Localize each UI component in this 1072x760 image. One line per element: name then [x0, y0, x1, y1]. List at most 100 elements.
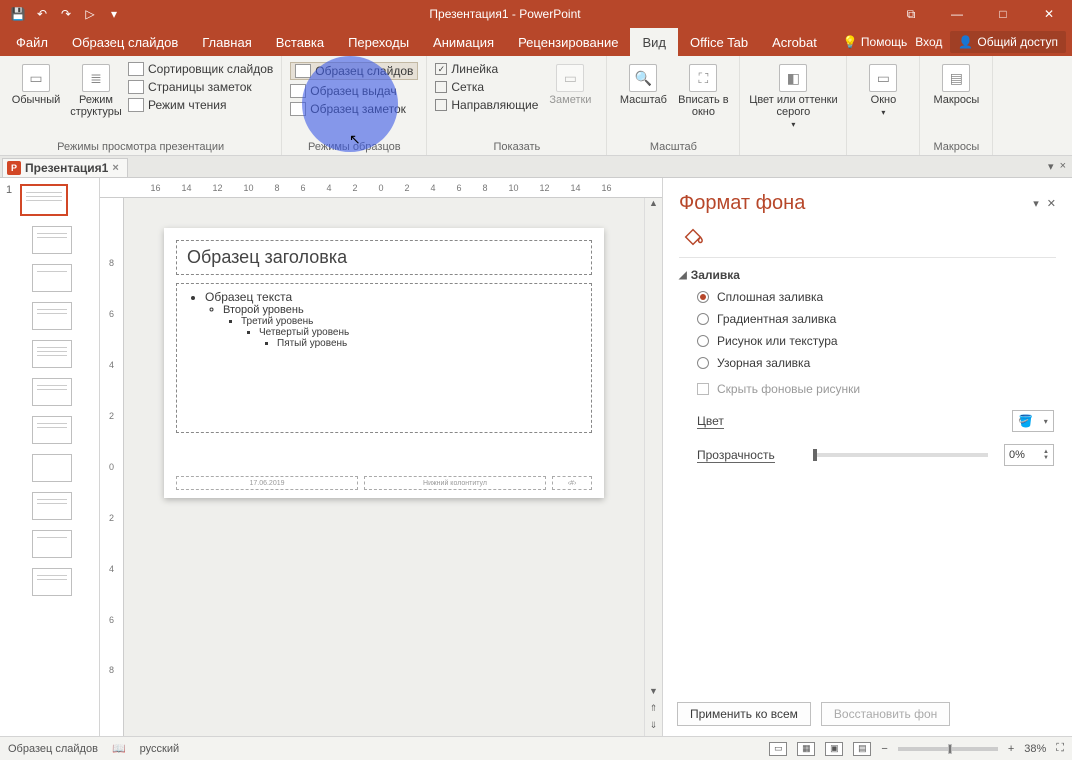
layout-thumb[interactable] [32, 416, 72, 444]
minimize-button[interactable]: — [934, 0, 980, 28]
tab-office-tab[interactable]: Office Tab [678, 28, 760, 56]
tab-transitions[interactable]: Переходы [336, 28, 421, 56]
group-label-show: Показать [435, 141, 598, 153]
share-button[interactable]: 👤 Общий доступ [950, 31, 1066, 53]
tab-acrobat[interactable]: Acrobat [760, 28, 829, 56]
slide-number-placeholder[interactable]: ‹#› [552, 476, 592, 490]
layout-thumb[interactable] [32, 264, 72, 292]
tab-insert[interactable]: Вставка [264, 28, 336, 56]
window-controls: ⧉ — □ ✕ [888, 0, 1072, 28]
gridlines-checkbox[interactable]: Сетка [435, 80, 538, 94]
notes-button[interactable]: ▭Заметки [542, 60, 598, 139]
scroll-down-icon[interactable]: ▼ [645, 686, 662, 702]
reading-view-button[interactable]: Режим чтения [128, 98, 273, 112]
fill-tab-icon[interactable] [679, 223, 707, 251]
start-slideshow-icon[interactable]: ▷ [82, 6, 98, 22]
notes-page-button[interactable]: Страницы заметок [128, 80, 273, 94]
color-grayscale-button[interactable]: ◧Цвет или оттенки серого▾ [748, 60, 838, 151]
qat-more-icon[interactable]: ▾ [106, 6, 122, 22]
document-tab[interactable]: P Презентация1 × [2, 158, 128, 177]
transparency-slider[interactable] [813, 453, 988, 457]
tab-slide-master[interactable]: Образец слайдов [60, 28, 190, 56]
transparency-label: Прозрачность [697, 448, 797, 462]
tab-home[interactable]: Главная [190, 28, 263, 56]
title-placeholder[interactable]: Образец заголовка [176, 240, 592, 275]
normal-view-icon[interactable]: ▭ [769, 742, 787, 756]
save-icon[interactable]: 💾 [10, 6, 26, 22]
spellcheck-icon[interactable]: 📖 [112, 742, 126, 755]
spin-down-icon[interactable]: ▼ [1043, 455, 1049, 461]
slideshow-view-icon[interactable]: ▤ [853, 742, 871, 756]
normal-view-button[interactable]: ▭Обычный [8, 60, 64, 139]
prev-slide-icon[interactable]: ⇑ [645, 703, 662, 719]
pattern-fill-radio[interactable]: Узорная заливка [697, 356, 1056, 370]
color-picker-button[interactable]: 🪣 ▾ [1012, 410, 1054, 432]
layout-thumb[interactable] [32, 226, 72, 254]
reset-background-button[interactable]: Восстановить фон [821, 702, 950, 726]
tab-file[interactable]: Файл [4, 28, 60, 56]
notes-master-button[interactable]: Образец заметок [290, 102, 418, 116]
group-label-masters: Режимы образцов [290, 141, 418, 153]
layout-thumb[interactable] [32, 454, 72, 482]
layout-thumb[interactable] [32, 302, 72, 330]
footer-text-placeholder[interactable]: Нижний колонтитул [364, 476, 546, 490]
master-thumb[interactable] [20, 184, 68, 216]
guides-checkbox[interactable]: Направляющие [435, 98, 538, 112]
layout-thumb[interactable] [32, 378, 72, 406]
tab-animation[interactable]: Анимация [421, 28, 506, 56]
zoom-in-button[interactable]: + [1008, 743, 1014, 755]
close-button[interactable]: ✕ [1026, 0, 1072, 28]
redo-icon[interactable]: ↷ [58, 6, 74, 22]
doctabs-dropdown-icon[interactable]: ▾ [1048, 160, 1054, 173]
date-placeholder[interactable]: 17.06.2019 [176, 476, 358, 490]
reading-view-icon[interactable]: ▣ [825, 742, 843, 756]
slide-thumbnails[interactable]: 1 [0, 178, 100, 736]
slide-master[interactable]: Образец заголовка Образец текста Второй … [164, 228, 604, 498]
content-placeholder[interactable]: Образец текста Второй уровень Третий уро… [176, 283, 592, 433]
fit-window-button[interactable]: ⛶Вписать в окно [675, 60, 731, 139]
macros-button[interactable]: ▤Макросы [928, 60, 984, 139]
close-tab-icon[interactable]: × [112, 162, 118, 174]
zoom-out-button[interactable]: − [881, 743, 887, 755]
vertical-scrollbar[interactable]: ▲ ▼ ⇑ ⇓ [644, 198, 662, 736]
vertical-ruler[interactable]: 864202468 [100, 198, 124, 736]
pane-close-icon[interactable]: ✕ [1047, 197, 1056, 210]
layout-thumb[interactable] [32, 568, 72, 596]
maximize-button[interactable]: □ [980, 0, 1026, 28]
ribbon-tabs: Файл Образец слайдов Главная Вставка Пер… [0, 28, 1072, 56]
solid-fill-radio[interactable]: Сплошная заливка [697, 290, 1056, 304]
fill-section-header[interactable]: ◢ Заливка [663, 258, 1072, 288]
zoom-level[interactable]: 38% [1024, 743, 1046, 755]
title-text: Образец заголовка [187, 247, 581, 268]
scroll-up-icon[interactable]: ▲ [645, 198, 662, 214]
layout-thumb[interactable] [32, 530, 72, 558]
outline-view-button[interactable]: ≣Режим структуры [68, 60, 124, 139]
slide-sorter-button[interactable]: Сортировщик слайдов [128, 62, 273, 76]
window-button[interactable]: ▭Окно▾ [855, 60, 911, 151]
horizontal-ruler[interactable]: 1614121086420246810121416 [100, 178, 662, 198]
signin-button[interactable]: Вход [915, 35, 942, 49]
picture-fill-radio[interactable]: Рисунок или текстура [697, 334, 1056, 348]
zoom-button[interactable]: 🔍Масштаб [615, 60, 671, 139]
next-slide-icon[interactable]: ⇓ [645, 720, 662, 736]
help-button[interactable]: 💡 Помощь [843, 35, 908, 49]
transparency-input[interactable]: 0% ▲▼ [1004, 444, 1054, 466]
layout-thumb[interactable] [32, 340, 72, 368]
pane-options-icon[interactable]: ▾ [1033, 197, 1039, 210]
tab-review[interactable]: Рецензирование [506, 28, 630, 56]
undo-icon[interactable]: ↶ [34, 6, 50, 22]
doctabs-close-all-icon[interactable]: × [1060, 160, 1066, 173]
ruler-checkbox[interactable]: ✓Линейка [435, 62, 538, 76]
layout-thumb[interactable] [32, 492, 72, 520]
slide-canvas[interactable]: Образец заголовка Образец текста Второй … [124, 198, 644, 736]
status-language[interactable]: русский [140, 743, 179, 755]
ribbon-options-icon[interactable]: ⧉ [888, 0, 934, 28]
fit-to-window-icon[interactable]: ⛶ [1056, 742, 1064, 755]
apply-all-button[interactable]: Применить ко всем [677, 702, 811, 726]
zoom-slider[interactable] [898, 747, 998, 751]
handout-master-button[interactable]: Образец выдач [290, 84, 418, 98]
sorter-view-icon[interactable]: ▦ [797, 742, 815, 756]
tab-view[interactable]: Вид [630, 28, 678, 56]
gradient-fill-radio[interactable]: Градиентная заливка [697, 312, 1056, 326]
slide-master-button[interactable]: Образец слайдов [290, 62, 418, 80]
